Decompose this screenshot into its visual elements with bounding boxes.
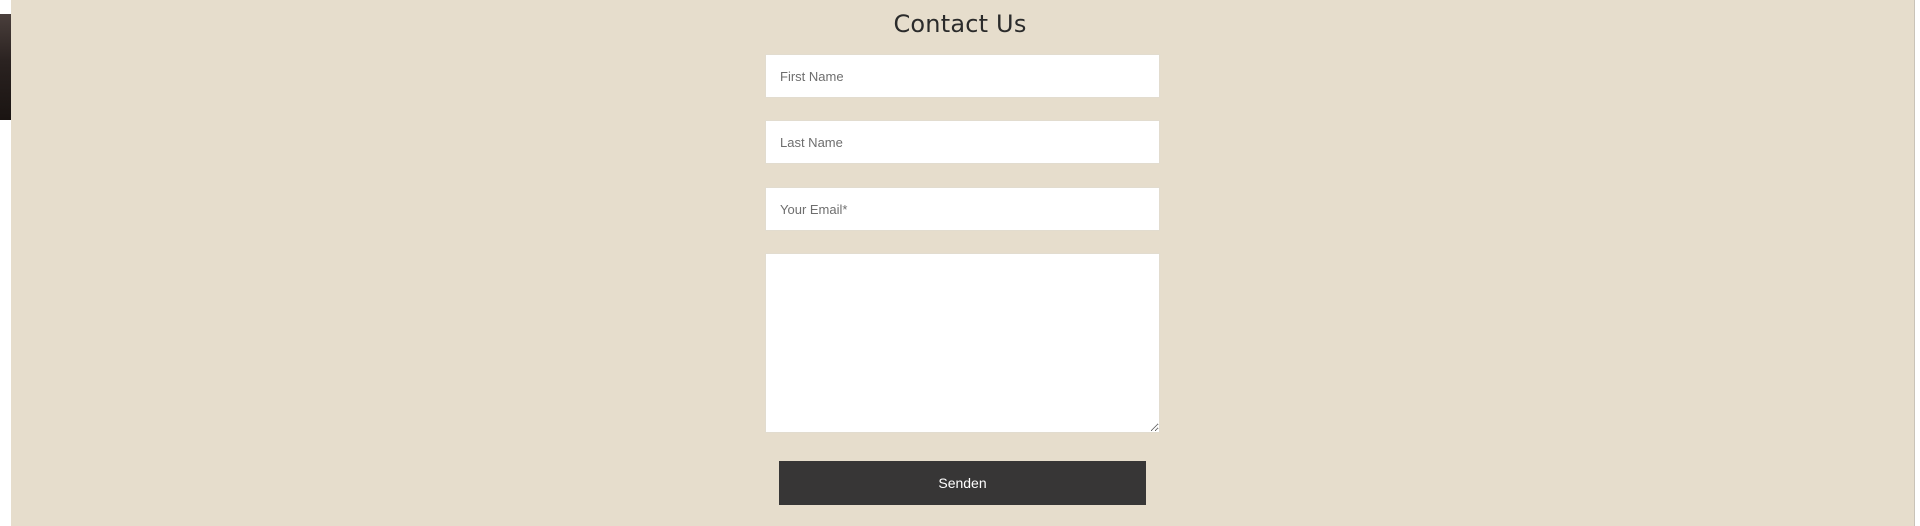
contact-form-title: Contact Us [893, 10, 1027, 38]
vertical-scrollbar[interactable] [1914, 0, 1920, 526]
message-textarea[interactable] [765, 253, 1160, 433]
page: Contact Us Senden [0, 0, 1920, 526]
submit-button[interactable]: Senden [779, 461, 1146, 505]
last-name-input[interactable] [765, 120, 1160, 164]
email-input[interactable] [765, 187, 1160, 231]
first-name-input[interactable] [765, 54, 1160, 98]
